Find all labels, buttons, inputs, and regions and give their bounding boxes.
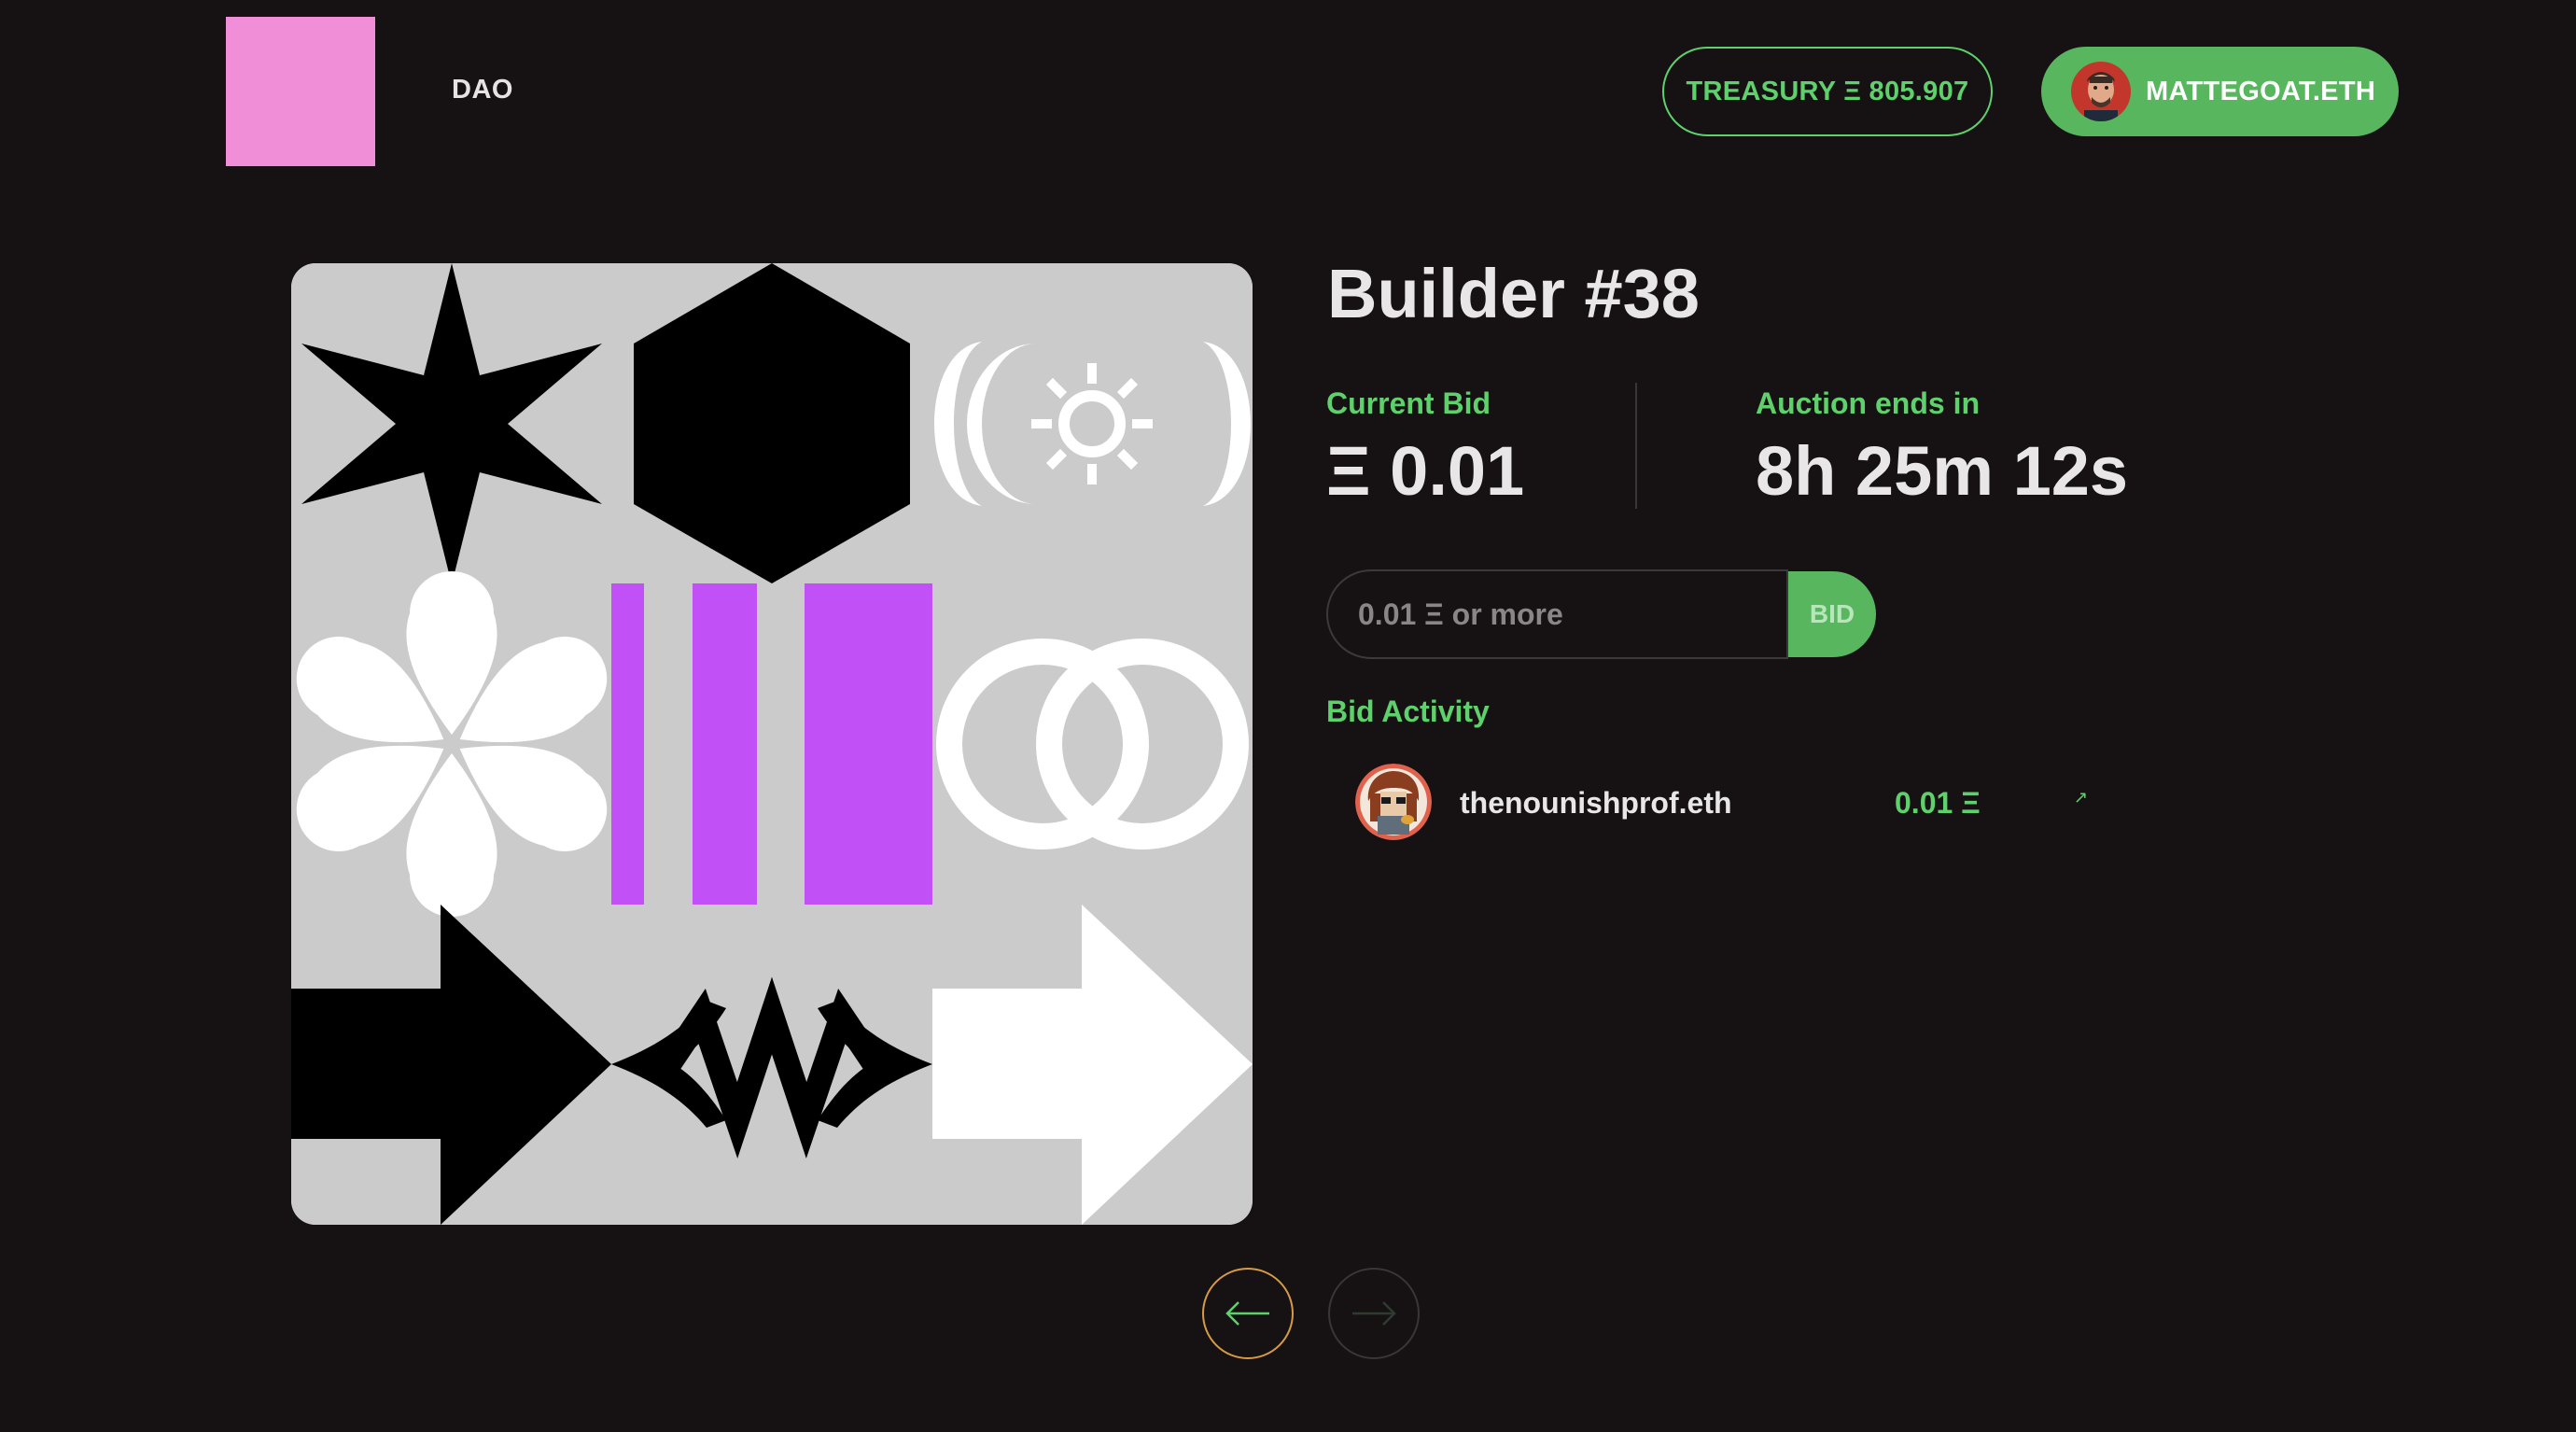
treasury-button[interactable]: TREASURY Ξ 805.907: [1662, 47, 1993, 136]
next-token-button[interactable]: [1328, 1268, 1420, 1359]
bidder-avatar: [1355, 764, 1432, 840]
current-bid-value: Ξ 0.01: [1326, 432, 1525, 510]
account-button[interactable]: MATTEGOAT.ETH: [2041, 47, 2399, 136]
auction-ends-label: Auction ends in: [1756, 386, 1980, 420]
bid-amount: 0.01 Ξ: [1895, 786, 1981, 820]
builder-artwork-image: [291, 263, 1253, 1225]
auction-countdown: 8h 25m 12s: [1756, 432, 2129, 510]
account-label: MATTEGOAT.ETH: [2146, 76, 2376, 106]
nav-dao-link[interactable]: DAO: [452, 75, 513, 105]
bid-button[interactable]: BID: [1788, 571, 1876, 657]
user-avatar-icon: [2071, 62, 2131, 121]
arrow-right-icon: [1352, 1301, 1396, 1326]
bid-amount-input[interactable]: [1326, 569, 1788, 659]
previous-token-button[interactable]: [1202, 1268, 1294, 1359]
arrow-left-icon: [1225, 1301, 1269, 1326]
current-bid-label: Current Bid: [1326, 386, 1491, 420]
dao-logo[interactable]: [226, 17, 375, 166]
account-avatar: [2071, 62, 2131, 121]
stat-divider: [1635, 383, 1637, 509]
bid-activity-row[interactable]: thenounishprof.eth 0.01 Ξ ↗: [1355, 764, 2102, 840]
bidder-name[interactable]: thenounishprof.eth: [1460, 786, 1732, 821]
token-artwork: [291, 263, 1253, 1225]
bid-activity-title: Bid Activity: [1326, 695, 1490, 728]
logo-square-icon: [226, 17, 375, 166]
treasury-label: TREASURY Ξ 805.907: [1686, 76, 1969, 106]
bidder-avatar-icon: [1355, 764, 1432, 840]
external-link-icon[interactable]: ↗: [2074, 788, 2088, 807]
token-title: Builder #38: [1327, 255, 1700, 332]
